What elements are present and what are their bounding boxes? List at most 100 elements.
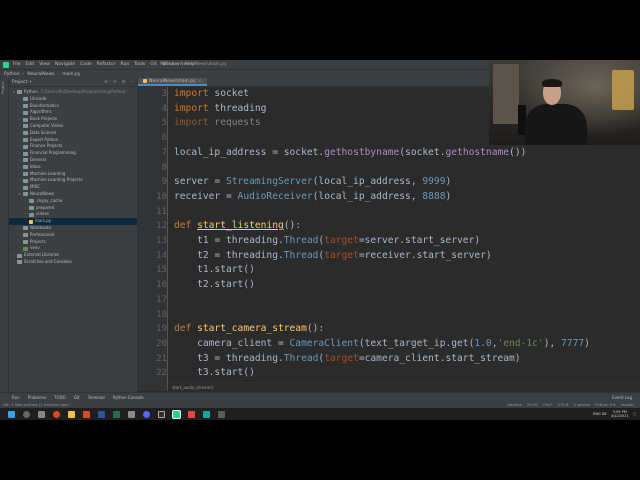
menu-edit[interactable]: Edit bbox=[26, 62, 35, 67]
project-tree-item[interactable]: › Finance Projects bbox=[9, 143, 137, 150]
run-tool-button[interactable]: Run bbox=[12, 395, 20, 400]
nav-crumb-file[interactable]: main.py bbox=[62, 72, 80, 77]
app-icon[interactable] bbox=[128, 410, 135, 418]
nav-crumb-project[interactable]: NeuralNews bbox=[27, 72, 54, 77]
notification-icon[interactable]: ▢ bbox=[633, 412, 636, 416]
menu-code[interactable]: Code bbox=[80, 62, 92, 67]
status-message[interactable]: Git: 1 files pushed (2 minutes ago) bbox=[3, 402, 69, 407]
project-tool-window-tab[interactable]: Project bbox=[1, 82, 5, 94]
todo-tool-button[interactable]: TODO bbox=[54, 395, 66, 400]
pycharm-taskbar-icon[interactable] bbox=[172, 409, 181, 419]
project-tree-item[interactable]: › Computer Vision bbox=[9, 123, 137, 130]
project-tree-item[interactable]: › Unicode bbox=[9, 96, 137, 103]
project-tree-item[interactable]: › Projects bbox=[9, 239, 137, 246]
editor-breadcrumb[interactable]: start_audio_stream() bbox=[168, 382, 640, 391]
file-explorer-icon[interactable] bbox=[68, 410, 75, 418]
python-console-tool-button[interactable]: Python Console bbox=[113, 395, 144, 400]
obs-icon[interactable] bbox=[158, 410, 165, 418]
keyboard-language[interactable]: ENG DE bbox=[593, 412, 607, 416]
code-text: (local_ip_address, bbox=[312, 190, 423, 202]
code-line: receiver = AudioReceiver(local_ip_addres… bbox=[174, 190, 451, 204]
folder-icon bbox=[29, 199, 34, 204]
menu-file[interactable]: File bbox=[13, 62, 21, 67]
menu-tools[interactable]: Tools bbox=[134, 62, 145, 67]
project-tree-item[interactable]: › Ideas bbox=[9, 164, 137, 171]
project-tree-item[interactable]: › Machine Learning bbox=[9, 171, 137, 178]
project-tree-item[interactable]: › MISC bbox=[9, 184, 137, 191]
windows-start-icon[interactable] bbox=[8, 410, 15, 418]
project-tree-item[interactable]: › Financial Programming bbox=[9, 150, 137, 157]
status-indent[interactable]: 4 spaces bbox=[573, 402, 590, 407]
search-icon[interactable] bbox=[23, 410, 30, 418]
project-tree-item[interactable]: › .mypy_cache bbox=[9, 198, 137, 205]
code-line: def start_camera_stream(): bbox=[174, 322, 324, 336]
project-panel: Project ▾ ⊕ ≡ ⚙ – ▾ Python C:\Users\flo\De… bbox=[9, 78, 137, 400]
menu-git[interactable]: Git bbox=[150, 62, 157, 67]
close-icon[interactable]: × bbox=[198, 79, 202, 84]
problems-tool-button[interactable]: Problems bbox=[28, 395, 46, 400]
code-keyword-arg: target bbox=[324, 249, 359, 261]
code-line: server = StreamingServer(local_ip_addres… bbox=[174, 175, 451, 189]
menu-navigate[interactable]: Navigate bbox=[55, 62, 75, 67]
folder-icon bbox=[23, 246, 28, 251]
menu-run[interactable]: Run bbox=[121, 62, 130, 67]
task-view-icon[interactable] bbox=[38, 410, 45, 418]
status-line-separator[interactable]: CRLF bbox=[543, 402, 553, 407]
clock[interactable]: 3:59 PM 4/12/2021 bbox=[611, 410, 629, 418]
chevron-down-icon[interactable]: ▾ bbox=[29, 80, 31, 85]
project-panel-title[interactable]: Project bbox=[12, 80, 27, 85]
project-tree-item[interactable]: › Book Projects bbox=[9, 116, 137, 123]
excel-icon[interactable] bbox=[113, 410, 120, 418]
project-tree-item[interactable]: › prepared bbox=[9, 205, 137, 212]
tree-item-label: Ideas bbox=[30, 163, 41, 169]
folder-icon bbox=[23, 117, 28, 122]
minimize-icon[interactable]: – bbox=[131, 80, 133, 85]
firefox-icon[interactable] bbox=[53, 410, 60, 418]
app-icon[interactable] bbox=[203, 410, 210, 418]
code-text: ) bbox=[445, 176, 452, 188]
project-tree-item[interactable]: ▾ Python C:\Users\flo\Desktop\Programming\… bbox=[9, 89, 137, 96]
collapse-icon[interactable]: ≡ bbox=[113, 80, 117, 85]
status-interpreter[interactable]: Python 3.9 bbox=[595, 402, 615, 407]
project-tree-item[interactable]: ▾ NeuralNews bbox=[9, 191, 137, 198]
menu-refactor[interactable]: Refactor bbox=[97, 62, 116, 67]
project-tree-item[interactable]: › External Libraries bbox=[9, 252, 137, 259]
project-tree-item[interactable]: main.py bbox=[9, 218, 137, 225]
project-tree-item[interactable]: › Data Science bbox=[9, 130, 137, 137]
project-tree-item[interactable]: › Scratches and Consoles bbox=[9, 259, 137, 266]
status-git-branch[interactable]: master bbox=[621, 402, 634, 407]
discord-icon[interactable] bbox=[143, 410, 150, 418]
code-number: 8888 bbox=[422, 190, 446, 202]
project-tree-item[interactable]: › Algorithms bbox=[9, 109, 137, 116]
project-tree-item[interactable]: › venv bbox=[9, 245, 137, 252]
terminal-tool-button[interactable]: Terminal bbox=[88, 395, 105, 400]
app-icon[interactable] bbox=[218, 410, 225, 418]
tree-item-label: Bioinformatics bbox=[30, 102, 59, 108]
nav-crumb-root[interactable]: Python bbox=[4, 72, 20, 77]
git-tool-button[interactable]: Git bbox=[74, 395, 80, 400]
project-tree-item[interactable]: › Professional bbox=[9, 232, 137, 239]
code-text: (text_target_ip.get( bbox=[358, 337, 475, 349]
line-number: 15 bbox=[156, 265, 167, 276]
project-tree-item[interactable]: › videos bbox=[9, 211, 137, 218]
project-tree-item[interactable]: › Bioinformatics bbox=[9, 103, 137, 110]
status-cursor-position[interactable]: 20:30 bbox=[527, 402, 538, 407]
word-icon[interactable] bbox=[98, 410, 105, 418]
code-text: ) bbox=[584, 337, 590, 349]
project-tree-item[interactable]: › Expert Python bbox=[9, 137, 137, 144]
tab-main-py[interactable]: NeuralNews\main.py × bbox=[138, 78, 207, 86]
project-tree-item[interactable]: › Notebooks bbox=[9, 225, 137, 232]
code-text: local_ip_address = socket. bbox=[174, 146, 325, 158]
menu-view[interactable]: View bbox=[39, 62, 50, 67]
add-icon[interactable]: ⊕ bbox=[104, 80, 108, 85]
app-icon[interactable] bbox=[188, 410, 195, 418]
event-log-button[interactable]: Event Log bbox=[612, 395, 640, 400]
status-tabnine[interactable]: tabnine bbox=[507, 402, 521, 407]
powerpoint-icon[interactable] bbox=[83, 410, 90, 418]
project-tree-item[interactable]: › General bbox=[9, 157, 137, 164]
project-tree-item[interactable]: › Machine Learning Projects bbox=[9, 177, 137, 184]
gear-icon[interactable]: ⚙ bbox=[122, 80, 126, 85]
status-encoding[interactable]: UTF-8 bbox=[557, 402, 568, 407]
chevron-right-icon: › bbox=[57, 71, 60, 77]
status-bar: Git: 1 files pushed (2 minutes ago) tabn… bbox=[0, 401, 640, 408]
